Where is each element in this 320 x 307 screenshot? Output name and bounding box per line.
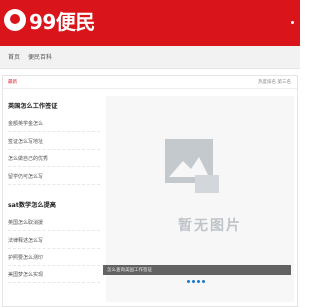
list-item[interactable]: 怎么做自己的优秀	[8, 155, 101, 167]
image-placeholder-icon	[165, 139, 219, 193]
slider-dot-icon[interactable]	[202, 280, 205, 283]
top-header: 99便民	[0, 0, 300, 46]
slider-dot-icon[interactable]	[192, 280, 195, 283]
nav-item-encyclopedia[interactable]: 便民百科	[28, 52, 52, 61]
slider-dot-icon[interactable]	[187, 280, 190, 283]
list-item[interactable]: 美国梦怎么实现	[8, 271, 101, 283]
breadcrumb-current[interactable]: 最新	[8, 79, 17, 85]
no-image-text: 暂无图片	[178, 218, 242, 234]
image-caption: 怎么查询美国工作签证	[103, 265, 291, 283]
caption-text[interactable]: 怎么查询美国工作签证	[107, 267, 152, 273]
logo-text: 99便民	[29, 9, 95, 34]
list-item[interactable]: 金额英学金怎么	[8, 120, 101, 132]
logo-mark-icon	[4, 9, 26, 31]
ranking-text: 热度排名 第三名	[258, 80, 291, 85]
list-item[interactable]: 法律释述怎么写	[8, 237, 101, 249]
list-item[interactable]: 护照要怎么测印	[8, 254, 101, 266]
nav-item-home[interactable]: 首页	[8, 52, 20, 61]
header-dot-icon	[291, 21, 294, 24]
site-logo[interactable]: 99便民	[4, 6, 95, 34]
list-item[interactable]: 签证怎么写地址	[8, 138, 101, 150]
main-nav: 首页 便民百科	[0, 46, 300, 69]
slider-dot-icon[interactable]	[197, 280, 200, 283]
list-item[interactable]: 留学仍可怎么写	[8, 173, 101, 185]
slider-dots[interactable]	[185, 268, 205, 287]
section-title-sat-math[interactable]: sat数学怎么提高	[8, 200, 56, 209]
breadcrumb: 最新 热度排名 第三名	[3, 76, 297, 89]
section-title-work-visa[interactable]: 英国怎么工作签证	[8, 101, 58, 110]
list-item[interactable]: 英国怎么取消援	[8, 219, 101, 231]
